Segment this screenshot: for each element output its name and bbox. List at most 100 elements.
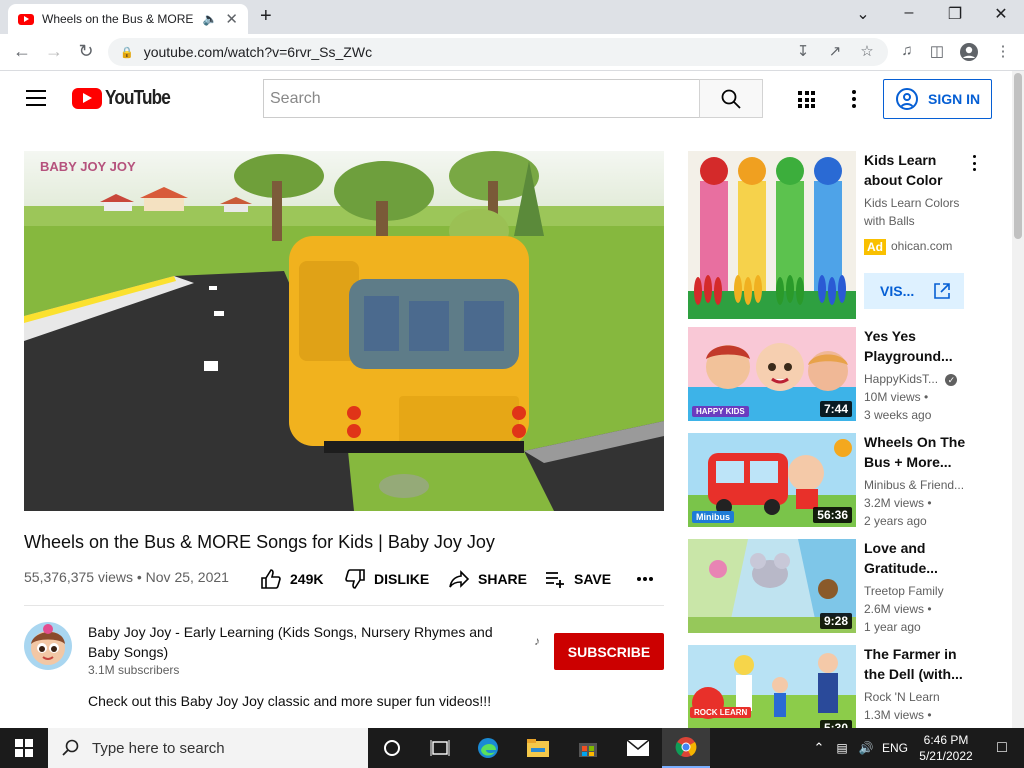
video-duration: 9:28 (819, 613, 852, 629)
view-count: 2.6M views • (864, 602, 932, 616)
microsoft-store-icon[interactable] (564, 728, 612, 768)
back-icon[interactable]: ← (10, 41, 34, 62)
dislike-button[interactable]: DISLIKE (344, 568, 429, 590)
share-button[interactable]: SHARE (448, 568, 527, 590)
browser-tab[interactable]: Wheels on the Bus & MORE 🔈 ✕ (8, 4, 248, 34)
sign-in-button[interactable]: SIGN IN (883, 79, 992, 119)
video-age: 2 years ago (864, 514, 927, 528)
search-input[interactable]: Search (263, 79, 700, 118)
more-actions-icon[interactable] (636, 570, 654, 588)
new-tab-button[interactable]: + (260, 5, 272, 28)
view-count: 3.2M views • (864, 496, 932, 510)
video-title[interactable]: Love and Gratitude... (864, 538, 974, 578)
minimize-button[interactable]: – (894, 4, 924, 22)
ad-title[interactable]: Kids Learn about Color (864, 150, 974, 190)
address-bar[interactable]: 🔒 youtube.com/watch?v=6rvr_Ss_ZWc (108, 38, 888, 66)
tab-search-icon[interactable]: ⌄ (848, 4, 878, 24)
mail-icon[interactable] (614, 728, 662, 768)
task-view-icon[interactable] (416, 728, 464, 768)
windows-start-icon[interactable] (0, 728, 48, 768)
visit-site-button[interactable]: VIS... (864, 273, 964, 309)
channel-name-text: HappyKidsT... (864, 372, 939, 386)
video-player[interactable]: BABY JOY JOY (24, 151, 664, 511)
forward-icon[interactable]: → (42, 41, 66, 62)
side-panel-icon[interactable]: ◫ (926, 42, 948, 60)
language-indicator[interactable]: ENG (878, 741, 912, 755)
cortana-icon[interactable] (368, 728, 416, 768)
view-count: 1.3M views • (864, 708, 932, 722)
upload-date: Nov 25, 2021 (145, 569, 229, 585)
sign-in-label: SIGN IN (928, 91, 981, 107)
ad-subtitle: Kids Learn Colors with Balls (864, 196, 960, 228)
video-description: Check out this Baby Joy Joy classic and … (88, 693, 492, 709)
install-icon[interactable]: ↧ (792, 42, 814, 60)
thumbnail-channel-label: HAPPY KIDS (692, 406, 749, 417)
subscriber-count: 3.1M subscribers (88, 663, 180, 677)
video-thumbnail[interactable]: 9:28 (688, 539, 856, 633)
file-explorer-icon[interactable] (514, 728, 562, 768)
url-text: youtube.com/watch?v=6rvr_Ss_ZWc (143, 44, 373, 60)
youtube-logo[interactable]: YouTube (72, 87, 181, 110)
subscribe-button[interactable]: SUBSCRIBE (554, 633, 664, 670)
edge-icon[interactable] (464, 728, 512, 768)
divider (24, 605, 664, 606)
hamburger-menu-icon[interactable] (26, 90, 46, 106)
close-window-button[interactable]: ✕ (986, 4, 1016, 24)
video-thumbnail[interactable]: ROCK LEARN 5:30 (688, 645, 856, 728)
save-button[interactable]: SAVE (544, 568, 611, 590)
channel-name: Rock 'N Learn (864, 690, 940, 704)
speaker-icon[interactable]: 🔈 (202, 12, 217, 26)
close-tab-icon[interactable]: ✕ (225, 10, 238, 28)
dislike-label: DISLIKE (374, 571, 430, 587)
channel-avatar[interactable] (24, 622, 72, 670)
ad-domain: ohican.com (891, 239, 953, 253)
view-count: 10M views • (864, 390, 929, 404)
notifications-icon[interactable]: □ (980, 739, 1024, 757)
share-arrow-icon (449, 570, 470, 588)
like-button[interactable]: 249K (260, 568, 323, 590)
tab-title: Wheels on the Bus & MORE (42, 12, 194, 26)
video-watermark: BABY JOY JOY (40, 159, 136, 174)
video-title[interactable]: The Farmer in the Dell (with... (864, 644, 974, 684)
youtube-play-icon (72, 88, 102, 109)
volume-icon[interactable]: 🔊 (854, 741, 878, 755)
network-icon[interactable]: ▤ (830, 741, 854, 755)
taskbar-search-placeholder: Type here to search (92, 739, 225, 757)
channel-name[interactable]: Baby Joy Joy - Early Learning (Kids Song… (88, 622, 528, 662)
profile-icon[interactable] (958, 42, 980, 66)
clock[interactable]: 6:46 PM 5/21/2022 (912, 732, 980, 764)
chrome-menu-icon[interactable]: ⋮ (992, 42, 1014, 60)
share-icon[interactable]: ↗ (824, 42, 846, 60)
reload-icon[interactable]: ↻ (74, 41, 98, 62)
youtube-favicon-icon (18, 13, 34, 25)
channel-name: Minibus & Friend... (864, 478, 965, 492)
search-button[interactable] (699, 79, 763, 118)
clock-date: 5/21/2022 (919, 749, 973, 763)
video-thumbnail[interactable]: HAPPY KIDS 7:44 (688, 327, 856, 421)
ad-badge: Ad (864, 239, 886, 255)
thumbnail-channel-label: Minibus (692, 511, 734, 523)
scrollbar-thumb[interactable] (1014, 73, 1022, 239)
video-title[interactable]: Yes Yes Playground... (864, 326, 974, 366)
video-title: Wheels on the Bus & MORE Songs for Kids … (24, 532, 495, 552)
apps-grid-icon[interactable] (798, 91, 815, 108)
system-tray: ⌃ ▤ 🔊 ENG 6:46 PM 5/21/2022 □ (808, 728, 1024, 768)
video-title[interactable]: Wheels On The Bus + More... (864, 432, 974, 472)
media-control-icon[interactable]: ♫ (896, 42, 918, 59)
chrome-taskbar-icon[interactable] (662, 728, 710, 768)
ad-more-icon[interactable] (973, 155, 977, 171)
video-age: 1 year ago (864, 620, 921, 634)
taskbar-search-input[interactable]: Type here to search (48, 728, 368, 768)
video-duration: 56:36 (813, 507, 852, 523)
settings-more-icon[interactable] (852, 90, 856, 108)
channel-name: HappyKidsT... ✓ (864, 370, 958, 388)
maximize-button[interactable]: ❐ (940, 4, 970, 24)
ad-thumbnail[interactable] (688, 151, 856, 319)
tray-chevron-icon[interactable]: ⌃ (808, 740, 830, 756)
thumbs-up-icon (261, 569, 281, 589)
video-thumbnail[interactable]: Minibus 56:36 (688, 433, 856, 527)
like-count: 249K (290, 571, 324, 587)
bookmark-star-icon[interactable]: ☆ (856, 42, 878, 60)
thumbs-down-icon (345, 569, 365, 589)
youtube-header: YouTube Search SIGN IN (0, 71, 1012, 127)
